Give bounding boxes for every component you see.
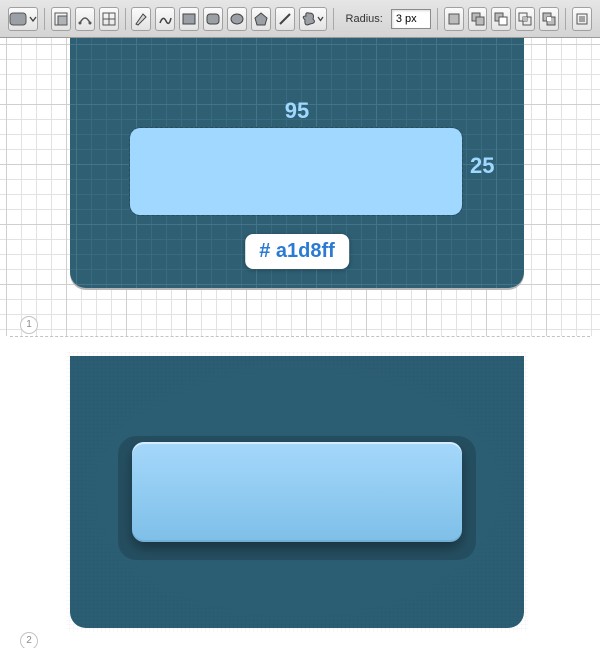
ellipse-icon — [229, 11, 245, 27]
custom-shape-icon — [301, 11, 317, 27]
rectangle-icon — [181, 11, 197, 27]
color-swatch-callout: # a1d8ff — [245, 234, 349, 269]
rounded-rectangle-icon — [9, 12, 27, 26]
chevron-down-icon — [317, 12, 324, 26]
path-exclude-icon — [542, 12, 556, 26]
path-new-icon — [447, 12, 461, 26]
rounded-rectangle-shape-button[interactable] — [203, 7, 223, 31]
path-op-subtract-button[interactable] — [491, 7, 511, 31]
path-subtract-icon — [494, 12, 508, 26]
freeform-pen-button[interactable] — [155, 7, 175, 31]
step1-panel[interactable]: 95 25 # a1d8ff — [70, 38, 524, 288]
toolbar-separator — [125, 8, 126, 30]
line-shape-button[interactable] — [275, 7, 295, 31]
path-mode-shape-button[interactable] — [51, 7, 71, 31]
toolbar-separator — [565, 8, 566, 30]
path-op-intersect-button[interactable] — [515, 7, 535, 31]
step2-button-shape[interactable] — [132, 442, 462, 542]
step2-badge: 2 — [20, 632, 38, 648]
step-divider — [10, 336, 590, 337]
custom-shape-button[interactable] — [299, 7, 327, 31]
path-mode-pixels-button[interactable] — [99, 7, 119, 31]
rounded-rectangle-icon — [205, 11, 221, 27]
path-intersect-icon — [518, 12, 532, 26]
fill-color-button[interactable] — [8, 7, 38, 31]
ellipse-shape-button[interactable] — [227, 7, 247, 31]
pen-icon — [133, 11, 149, 27]
step1-width-label: 95 — [285, 98, 309, 124]
path-op-new-button[interactable] — [444, 7, 464, 31]
polygon-icon — [253, 11, 269, 27]
polygon-shape-button[interactable] — [251, 7, 271, 31]
step1-rounded-rect-shape[interactable] — [130, 128, 462, 215]
path-add-icon — [471, 12, 485, 26]
chevron-down-icon — [29, 12, 37, 26]
panel-menu-button[interactable] — [572, 7, 592, 31]
panel-menu-icon — [575, 12, 589, 26]
path-op-add-button[interactable] — [468, 7, 488, 31]
toolbar-separator — [437, 8, 438, 30]
pen-tool-button[interactable] — [131, 7, 151, 31]
radius-input[interactable] — [391, 9, 431, 29]
toolbar-separator — [333, 8, 334, 30]
step1-badge: 1 — [20, 316, 38, 334]
toolbar-separator — [44, 8, 45, 30]
step2-panel — [70, 356, 524, 628]
pixel-grid-icon — [102, 12, 116, 26]
tutorial-stage: 95 25 # a1d8ff 1 2 — [0, 38, 600, 648]
path-icon — [77, 11, 93, 27]
freeform-pen-icon — [157, 11, 173, 27]
line-icon — [277, 11, 293, 27]
radius-label: Radius: — [346, 13, 383, 25]
shape-layer-icon — [53, 11, 69, 27]
rectangle-shape-button[interactable] — [179, 7, 199, 31]
path-op-exclude-button[interactable] — [539, 7, 559, 31]
path-mode-path-button[interactable] — [75, 7, 95, 31]
step1-height-label: 25 — [470, 153, 494, 179]
options-bar: Radius: — [0, 0, 600, 38]
